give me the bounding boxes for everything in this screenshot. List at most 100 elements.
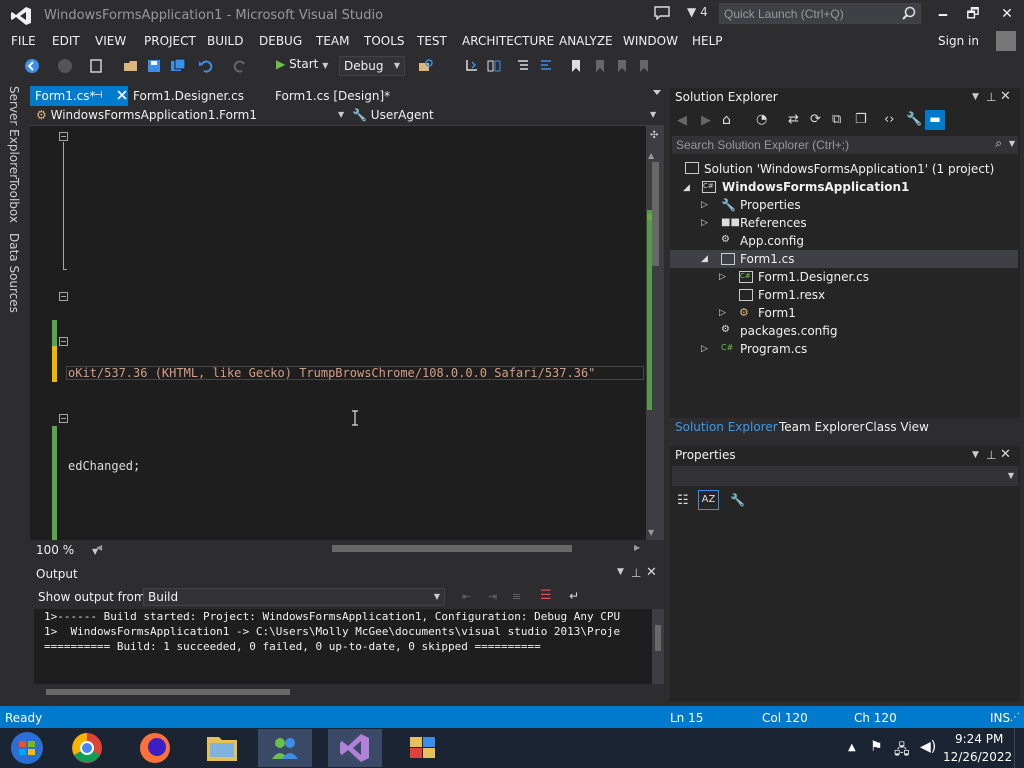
tree-item-packages-config[interactable]: packages.config <box>740 324 837 338</box>
bookmark-icon[interactable] <box>568 58 584 74</box>
menu-debug[interactable]: DEBUG <box>259 34 302 48</box>
menu-window[interactable]: WINDOW <box>623 34 678 48</box>
show-hidden-icons[interactable]: ▲ <box>848 742 856 753</box>
action-center-flag-icon[interactable]: ⚑ <box>870 739 883 755</box>
properties-wrench-icon[interactable]: 🔧 <box>906 112 922 127</box>
editor-vertical-scrollbar[interactable]: ✣ ▲ ▼ <box>646 126 664 540</box>
taskbar-app[interactable] <box>396 729 450 767</box>
expanded-arrow-icon[interactable]: ◢ <box>683 183 690 193</box>
save-all-icon[interactable] <box>170 58 186 74</box>
view-code-icon[interactable]: ‹› <box>884 112 894 127</box>
panel-options-icon[interactable]: ▼ <box>617 567 624 577</box>
taskbar-messenger[interactable] <box>258 729 312 767</box>
taskbar-firefox[interactable] <box>128 729 182 767</box>
solution-search-input[interactable] <box>676 137 976 152</box>
pin-icon[interactable]: ⊥ <box>631 566 641 580</box>
collapsed-arrow-icon[interactable]: ▷ <box>719 272 726 282</box>
scroll-thumb[interactable] <box>46 689 290 695</box>
menu-view[interactable]: VIEW <box>95 34 126 48</box>
show-all-files-icon[interactable]: ❐ <box>855 112 867 127</box>
editor-horizontal-scrollbar[interactable]: ◀ ▶ <box>30 540 646 558</box>
pin-icon[interactable]: ⊣ <box>94 86 103 106</box>
new-project-icon[interactable] <box>89 58 105 74</box>
resize-grip-icon[interactable]: ⋰ <box>1010 712 1020 723</box>
clear-all-icon[interactable]: ☰ <box>540 588 552 603</box>
tree-item-solution[interactable]: Solution 'WindowsFormsApplication1' (1 p… <box>704 162 994 176</box>
start-menu-button[interactable] <box>0 729 54 767</box>
quick-launch-input[interactable] <box>724 6 894 21</box>
tab-form1-designer-cs[interactable]: Form1.Designer.cs <box>128 86 268 106</box>
show-desktop-button[interactable] <box>1014 728 1024 768</box>
prev-bookmark-icon[interactable] <box>592 58 608 74</box>
goto-next-message-icon[interactable]: ⇥ <box>488 590 497 603</box>
tab-class-view[interactable]: Class View <box>865 420 929 434</box>
property-pages-icon[interactable]: 🔧 <box>730 493 745 507</box>
outline-collapse-icon[interactable] <box>59 414 68 423</box>
chevron-down-icon[interactable]: ▼ <box>1009 139 1015 148</box>
tree-item-form1-class[interactable]: Form1 <box>758 306 796 320</box>
menu-edit[interactable]: EDIT <box>52 34 80 48</box>
find-in-files-icon[interactable] <box>418 58 434 74</box>
redo-icon[interactable] <box>232 58 248 74</box>
menu-analyze[interactable]: ANALYZE <box>559 34 613 48</box>
zoom-dropdown[interactable]: 100 % ▼ <box>36 543 98 557</box>
scroll-thumb[interactable] <box>655 625 661 651</box>
tab-data-sources[interactable]: Data Sources <box>7 233 21 313</box>
avatar[interactable] <box>996 31 1016 51</box>
clock-date[interactable]: 12/26/2022 <box>943 750 1012 764</box>
tree-item-form1-designer[interactable]: Form1.Designer.cs <box>758 270 869 284</box>
member-dropdown[interactable]: 🔧 UserAgent ▼ <box>352 108 656 122</box>
menu-help[interactable]: HELP <box>692 34 723 48</box>
save-icon[interactable] <box>146 58 162 74</box>
close-icon[interactable]: ✕ <box>1000 89 1011 104</box>
menu-project[interactable]: PROJECT <box>144 34 196 48</box>
outline-collapse-icon[interactable] <box>59 132 68 141</box>
output-horizontal-scrollbar[interactable] <box>34 686 652 698</box>
menu-file[interactable]: FILE <box>11 34 36 48</box>
close-icon[interactable]: ✕ <box>1000 447 1011 462</box>
preview-selected-icon[interactable]: ▬ <box>925 110 945 130</box>
step-over-icon[interactable] <box>486 58 502 74</box>
solution-configuration-select[interactable]: Debug ▼ <box>339 56 405 76</box>
uncomment-lines-icon[interactable] <box>538 58 554 74</box>
scroll-right-icon[interactable]: ▶ <box>634 543 640 552</box>
collapsed-arrow-icon[interactable]: ▷ <box>701 344 708 354</box>
panel-options-icon[interactable]: ▼ <box>972 450 979 460</box>
pin-icon[interactable]: ⊥ <box>986 90 996 104</box>
tree-item-app-config[interactable]: App.config <box>740 234 804 248</box>
close-window-button[interactable]: ✕ <box>992 4 1022 24</box>
type-dropdown[interactable]: ⚙ WindowsFormsApplication1.Form1 ▼ <box>36 108 344 122</box>
code-line-useragent[interactable]: oKit/537.36 (KHTML, like Gecko) TrumpBro… <box>68 366 595 380</box>
collapsed-arrow-icon[interactable]: ▷ <box>701 218 708 228</box>
search-icon[interactable] <box>902 6 916 20</box>
tab-toolbox[interactable]: Toolbox <box>7 178 21 223</box>
forward-icon[interactable]: ▶ <box>701 113 711 128</box>
quick-launch-box[interactable] <box>719 3 921 24</box>
tab-server-explorer[interactable]: Server Explorer <box>7 86 21 179</box>
volume-icon[interactable]: ◀) <box>920 739 936 755</box>
menu-architecture[interactable]: ARCHITECTURE <box>462 34 554 48</box>
taskbar-visual-studio[interactable] <box>328 729 382 767</box>
output-source-select[interactable]: Build ▼ <box>143 588 445 606</box>
sync-icon[interactable]: ⇄ <box>788 112 799 127</box>
tab-form1-design[interactable]: Form1.cs [Design]* <box>270 86 410 106</box>
forward-icon[interactable] <box>57 58 73 74</box>
pending-changes-filter-icon[interactable]: ◔ <box>756 112 767 127</box>
clock-time[interactable]: 9:24 PM <box>955 732 1003 746</box>
scroll-up-icon[interactable]: ▲ <box>648 151 654 160</box>
taskbar-chrome[interactable] <box>60 729 114 767</box>
comment-lines-icon[interactable] <box>515 58 531 74</box>
minimize-button[interactable]: 🗕 <box>928 4 958 24</box>
open-file-icon[interactable] <box>123 58 139 74</box>
step-into-icon[interactable] <box>464 58 480 74</box>
next-bookmark-icon[interactable] <box>614 58 630 74</box>
tree-item-properties[interactable]: Properties <box>740 198 801 212</box>
back-icon[interactable]: ◀ <box>677 113 687 128</box>
scroll-thumb[interactable] <box>652 162 659 266</box>
pin-icon[interactable]: ⊥ <box>986 448 996 462</box>
tab-solution-explorer[interactable]: Solution Explorer <box>675 420 778 434</box>
tree-item-form1-resx[interactable]: Form1.resx <box>758 288 825 302</box>
tree-item-project[interactable]: WindowsFormsApplication1 <box>722 180 909 194</box>
network-icon[interactable]: 🖧 <box>894 739 910 763</box>
properties-object-select[interactable]: ▼ <box>672 466 1018 486</box>
